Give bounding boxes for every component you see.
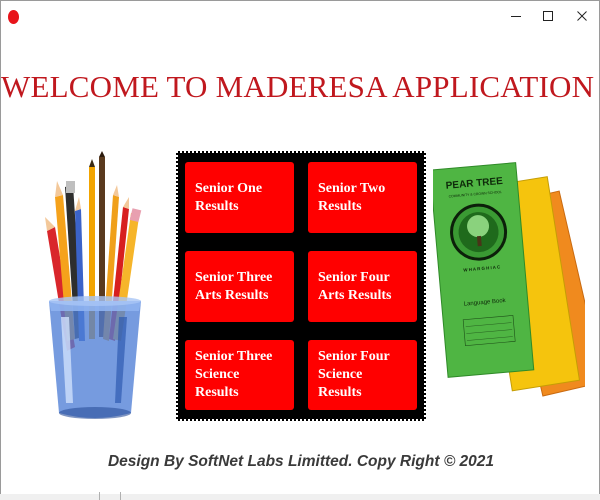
exercise-books-image: PEAR TREE COMMUNITY & CROWN SCHOOL W H A…	[433, 162, 585, 397]
divider	[99, 492, 100, 500]
page-title: WELCOME TO MADERESA APPLICATION	[1, 69, 595, 104]
minimize-icon	[511, 16, 521, 17]
minimize-button[interactable]	[501, 5, 531, 27]
senior-three-science-results-button[interactable]: Senior Three Science Results	[185, 340, 294, 410]
app-icon	[8, 10, 19, 24]
close-icon	[577, 11, 587, 21]
senior-three-arts-results-button[interactable]: Senior Three Arts Results	[185, 251, 294, 322]
status-strip	[0, 494, 600, 500]
tile-label: Senior Three Arts Results	[195, 269, 273, 303]
senior-four-science-results-button[interactable]: Senior Four Science Results	[308, 340, 417, 410]
maximize-icon	[543, 11, 553, 21]
tile-label: Senior Two Results	[318, 180, 386, 214]
senior-one-results-button[interactable]: Senior One Results	[185, 162, 294, 233]
close-button[interactable]	[567, 5, 597, 27]
tile-label: Senior Three Science Results	[195, 349, 273, 400]
senior-four-arts-results-button[interactable]: Senior Four Arts Results	[308, 251, 417, 322]
title-bar	[1, 1, 599, 31]
pencil-cup-image	[45, 151, 142, 419]
tile-label: Senior Four Arts Results	[318, 269, 392, 303]
divider	[120, 492, 121, 500]
maximize-button[interactable]	[533, 5, 563, 27]
tile-label: Senior Four Science Results	[318, 349, 390, 400]
tile-label: Senior One Results	[195, 180, 263, 214]
copyright-footer: Design By SoftNet Labs Limitted. Copy Ri…	[107, 453, 495, 470]
senior-two-results-button[interactable]: Senior Two Results	[308, 162, 417, 233]
app-window: WELCOME TO MADERESA APPLICATION Senior O…	[0, 0, 600, 498]
